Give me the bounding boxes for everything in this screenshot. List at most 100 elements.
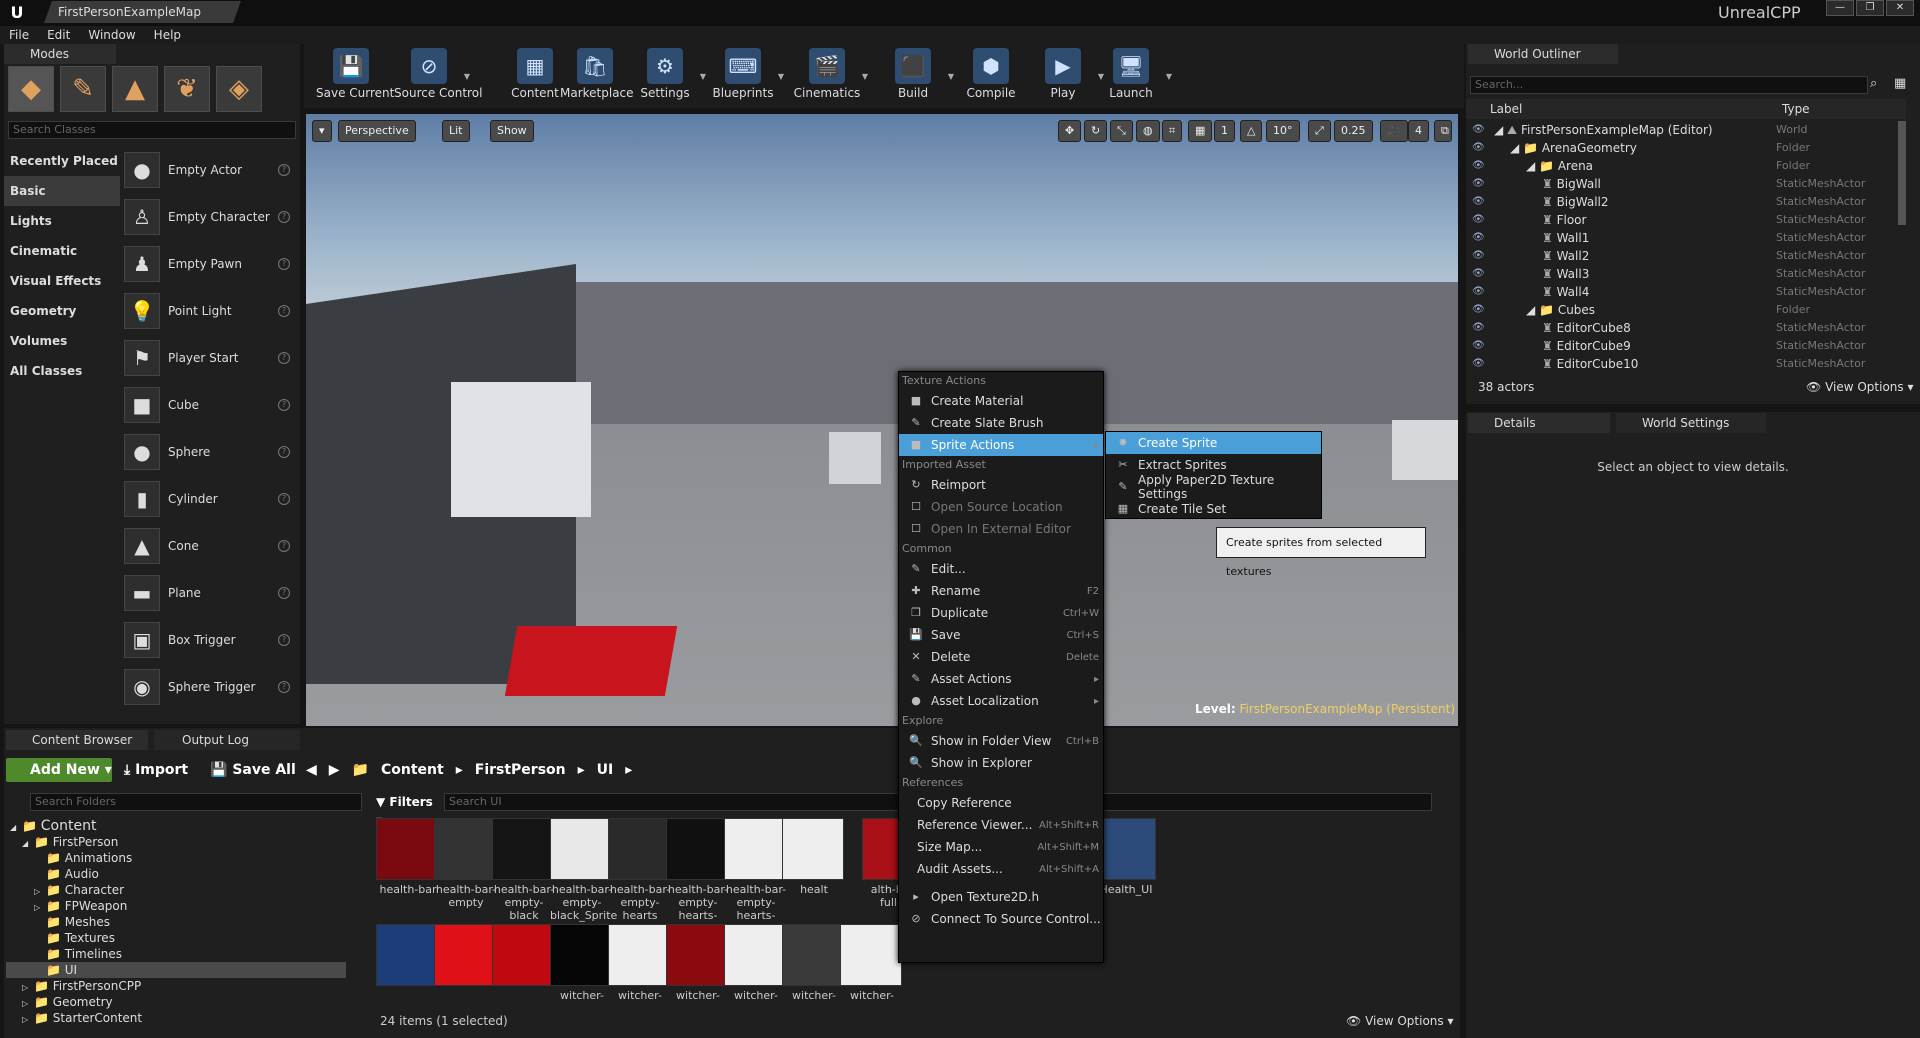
menu-item-show-in-explorer[interactable]: 🔍 Show in Explorer: [899, 752, 1103, 774]
translate-tool-icon[interactable]: ✥: [1058, 120, 1082, 142]
help-icon[interactable]: ?: [278, 586, 290, 599]
category-item[interactable]: Visual Effects: [4, 266, 120, 296]
expand-arrow-icon[interactable]: ▷: [22, 1012, 34, 1028]
eye-icon[interactable]: 👁: [1466, 319, 1486, 337]
help-icon[interactable]: ?: [278, 398, 290, 411]
scale-snap-icon[interactable]: ⤢: [1308, 120, 1331, 142]
help-icon[interactable]: ?: [278, 633, 290, 646]
expand-arrow-icon[interactable]: ◢: [1510, 141, 1523, 155]
folder-tree-item[interactable]: 📁 Timelines: [6, 946, 346, 962]
minimize-button[interactable]: —: [1826, 0, 1854, 16]
folder-tree-item[interactable]: 📁 Audio: [6, 866, 346, 882]
outliner-row[interactable]: 👁 ♜ Floor StaticMeshActor: [1466, 211, 1906, 229]
menu-window[interactable]: Window: [79, 26, 144, 44]
menu-item-audit-assets[interactable]: Audit Assets... Alt+Shift+A: [899, 858, 1103, 880]
column-label[interactable]: Label: [1490, 99, 1522, 119]
outliner-row[interactable]: 👁 ♜ BigWall StaticMeshActor: [1466, 175, 1906, 193]
outliner-search-icon[interactable]: ⌕: [1870, 76, 1877, 91]
category-item[interactable]: Recently Placed: [4, 146, 120, 176]
foliage-mode-icon[interactable]: ❦: [164, 66, 210, 112]
import-button[interactable]: ⤓ Import: [124, 760, 204, 780]
submenu-item-create-sprite[interactable]: ✸ Create Sprite: [1106, 432, 1321, 454]
menu-help[interactable]: Help: [145, 26, 190, 44]
outliner-row[interactable]: 👁 ♜ Wall3 StaticMeshActor: [1466, 265, 1906, 283]
outliner-row[interactable]: 👁 ♜ BigWall2 StaticMeshActor: [1466, 193, 1906, 211]
category-item[interactable]: Volumes: [4, 326, 120, 356]
asset-tile[interactable]: witcher-: [724, 924, 788, 1002]
asset-tile[interactable]: witcher-: [782, 924, 846, 1002]
world-space-icon[interactable]: ◍: [1136, 120, 1160, 142]
asset-tile[interactable]: [376, 924, 440, 989]
back-arrow-icon[interactable]: ◀: [306, 760, 317, 780]
launch-button[interactable]: 🖥 Launch ▼: [1096, 46, 1172, 106]
settings-button[interactable]: ⚙ Settings ▼: [630, 46, 706, 106]
asset-tile[interactable]: health-bar: [376, 818, 440, 896]
save-current-button[interactable]: 💾 Save Current: [316, 46, 394, 106]
menu-item-duplicate[interactable]: ❐ Duplicate Ctrl+W: [899, 602, 1103, 624]
forward-arrow-icon[interactable]: ▶: [329, 760, 340, 780]
asset-tile[interactable]: [492, 924, 556, 989]
level-viewport[interactable]: [306, 114, 1458, 726]
chevron-down-icon[interactable]: ▼: [464, 72, 470, 81]
folder-tree-item[interactable]: 📁 Animations: [6, 850, 346, 866]
asset-tile[interactable]: [434, 924, 498, 989]
expand-arrow-icon[interactable]: ◢: [22, 836, 34, 852]
menu-item-edit[interactable]: ✎ Edit...: [899, 558, 1103, 580]
outliner-row[interactable]: 👁 ♜ Wall2 StaticMeshActor: [1466, 247, 1906, 265]
class-item[interactable]: ◉ Sphere Trigger?: [124, 663, 296, 710]
class-item[interactable]: 💡 Point Light?: [124, 287, 296, 334]
class-item[interactable]: ♙ Empty Character?: [124, 193, 296, 240]
category-item[interactable]: Lights: [4, 206, 120, 236]
asset-tile[interactable]: health-bar-empty-hearts-black: [666, 818, 730, 935]
menu-edit[interactable]: Edit: [38, 26, 79, 44]
maximize-viewport-icon[interactable]: ⧉: [1434, 120, 1452, 142]
breadcrumb-ui[interactable]: UI: [597, 760, 614, 780]
menu-item-open-texture2d-h[interactable]: ▸ Open Texture2D.h: [899, 886, 1103, 908]
modes-tab[interactable]: Modes: [4, 44, 116, 64]
breadcrumb-content[interactable]: Content: [381, 760, 444, 780]
class-item[interactable]: ▣ Box Trigger?: [124, 616, 296, 663]
class-item[interactable]: ⚑ Player Start?: [124, 334, 296, 381]
help-icon[interactable]: ?: [278, 539, 290, 552]
help-icon[interactable]: ?: [278, 351, 290, 364]
asset-tile[interactable]: health-bar-empty-black_Sprite: [550, 818, 617, 922]
chevron-down-icon[interactable]: ▼: [948, 72, 954, 81]
help-icon[interactable]: ?: [278, 445, 290, 458]
outliner-options-icon[interactable]: ▦: [1894, 76, 1906, 91]
expand-arrow-icon[interactable]: ◢: [1526, 159, 1539, 173]
eye-icon[interactable]: 👁: [1466, 355, 1486, 371]
menu-item-sprite-actions[interactable]: ■ Sprite Actions ▸: [899, 434, 1103, 456]
class-item[interactable]: ■ Cube?: [124, 381, 296, 428]
help-icon[interactable]: ?: [278, 163, 290, 176]
viewport-cube[interactable]: [451, 382, 591, 517]
outliner-view-options[interactable]: 👁 View Options ▾: [1806, 380, 1914, 394]
class-item[interactable]: ▲ Cone?: [124, 522, 296, 569]
blueprints-button[interactable]: ⌨ Blueprints ▼: [708, 46, 784, 106]
eye-icon[interactable]: 👁: [1466, 193, 1486, 211]
viewport-cube[interactable]: [829, 432, 881, 484]
outliner-row[interactable]: 👁 ◢ 📁 Arena Folder: [1466, 157, 1906, 175]
add-new-button[interactable]: Add New ▾: [6, 758, 112, 782]
chevron-down-icon[interactable]: ▼: [862, 72, 868, 81]
grid-snap-icon[interactable]: ▦: [1188, 120, 1213, 142]
filters-button[interactable]: ▼ Filters ▾: [376, 793, 438, 827]
folder-tree-item[interactable]: ▷ 📁 Character: [6, 882, 346, 898]
world-settings-tab[interactable]: World Settings: [1616, 413, 1766, 433]
expand-arrow-icon[interactable]: ◢: [10, 820, 22, 836]
help-icon[interactable]: ?: [278, 257, 290, 270]
help-icon[interactable]: ?: [278, 210, 290, 223]
class-item[interactable]: ● Empty Actor?: [124, 146, 296, 193]
outliner-row[interactable]: 👁 ♜ EditorCube9 StaticMeshActor: [1466, 337, 1906, 355]
eye-icon[interactable]: 👁: [1466, 229, 1486, 247]
menu-item-connect-to-source-control[interactable]: ⊘ Connect To Source Control...: [899, 908, 1103, 930]
asset-tile[interactable]: witcher-: [666, 924, 730, 1002]
category-item[interactable]: Cinematic: [4, 236, 120, 266]
menu-item-save[interactable]: 💾 Save Ctrl+S: [899, 624, 1103, 646]
folder-tree-item[interactable]: 📁 UI: [6, 962, 346, 978]
outliner-row[interactable]: 👁 ◢ 📁 ArenaGeometry Folder: [1466, 139, 1906, 157]
menu-item-size-map[interactable]: Size Map... Alt+Shift+M: [899, 836, 1103, 858]
camera-speed-value[interactable]: 4: [1408, 120, 1429, 142]
menu-item-create-material[interactable]: ■ Create Material: [899, 390, 1103, 412]
play-button[interactable]: ▶ Play ▼: [1028, 46, 1104, 106]
eye-icon[interactable]: 👁: [1466, 175, 1486, 193]
